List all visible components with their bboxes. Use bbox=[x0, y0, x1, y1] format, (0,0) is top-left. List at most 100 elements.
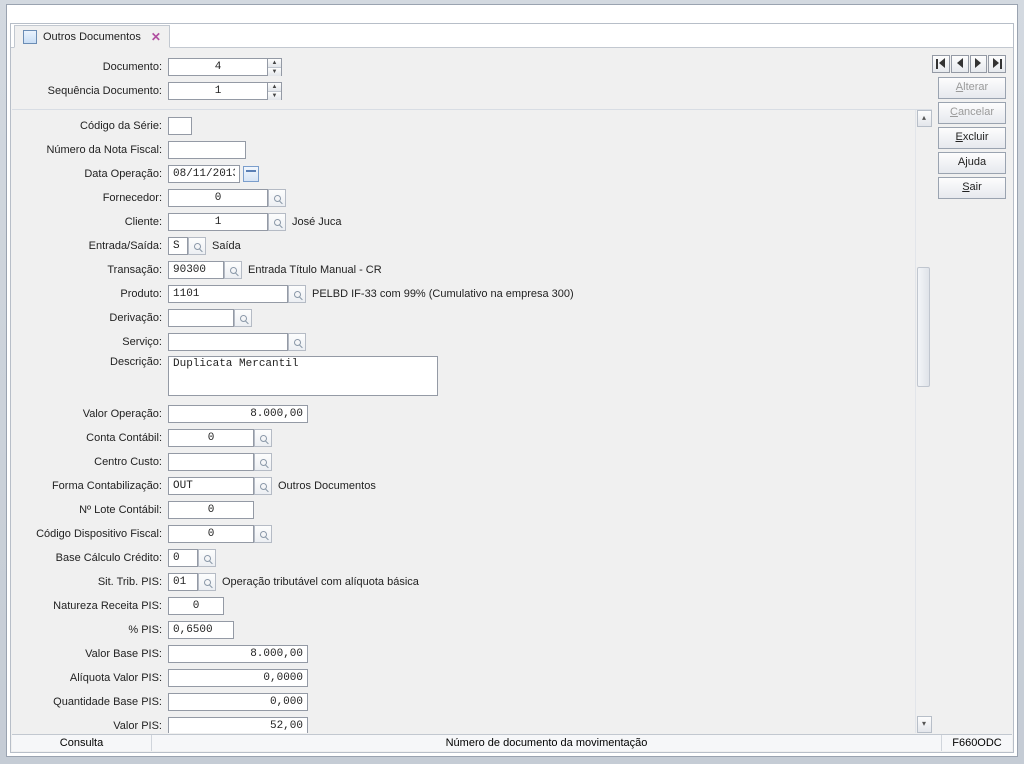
sequencia-input[interactable] bbox=[168, 82, 268, 100]
forma-contab-input[interactable] bbox=[168, 477, 254, 495]
scroll-track[interactable] bbox=[916, 127, 932, 716]
documento-input[interactable] bbox=[168, 58, 268, 76]
label-descricao: Descrição: bbox=[12, 356, 168, 368]
sit-trib-pis-desc: Operação tributável com alíquota básica bbox=[222, 576, 419, 588]
derivacao-input[interactable] bbox=[168, 309, 234, 327]
search-icon bbox=[260, 435, 267, 442]
scroll-up-button[interactable]: ▴ bbox=[917, 110, 932, 127]
transacao-input[interactable] bbox=[168, 261, 224, 279]
servico-input[interactable] bbox=[168, 333, 288, 351]
label-cod-disp-fiscal: Código Dispositivo Fiscal: bbox=[12, 528, 168, 540]
entrada-saida-desc: Saída bbox=[212, 240, 241, 252]
produto-input[interactable] bbox=[168, 285, 288, 303]
forma-contab-desc: Outros Documentos bbox=[278, 480, 376, 492]
sequencia-spinner[interactable]: ▲▼ bbox=[268, 82, 282, 100]
document-icon bbox=[23, 30, 37, 44]
nav-first-button[interactable] bbox=[932, 55, 950, 73]
codigo-serie-input[interactable] bbox=[168, 117, 192, 135]
conta-contabil-input[interactable] bbox=[168, 429, 254, 447]
label-documento: Documento: bbox=[12, 61, 168, 73]
nav-last-button[interactable] bbox=[988, 55, 1006, 73]
fornecedor-lookup[interactable] bbox=[268, 189, 286, 207]
search-icon bbox=[294, 339, 301, 346]
search-icon bbox=[274, 219, 281, 226]
scroll-thumb[interactable] bbox=[917, 267, 930, 387]
cod-disp-fiscal-input[interactable] bbox=[168, 525, 254, 543]
label-data-op: Data Operação: bbox=[12, 168, 168, 180]
label-nat-receita-pis: Natureza Receita PIS: bbox=[12, 600, 168, 612]
nav-prev-button[interactable] bbox=[951, 55, 969, 73]
sit-trib-pis-input[interactable] bbox=[168, 573, 198, 591]
cliente-desc: José Juca bbox=[292, 216, 342, 228]
ajuda-button[interactable]: Ajuda bbox=[938, 152, 1006, 174]
base-calc-credito-input[interactable] bbox=[168, 549, 198, 567]
tab-outros-documentos[interactable]: Outros Documentos ✕ bbox=[14, 25, 170, 48]
centro-custo-input[interactable] bbox=[168, 453, 254, 471]
search-icon bbox=[240, 315, 247, 322]
cancelar-button: Cancelar bbox=[938, 102, 1006, 124]
data-op-input[interactable] bbox=[168, 165, 240, 183]
search-icon bbox=[204, 579, 211, 586]
last-icon bbox=[993, 58, 1002, 71]
servico-lookup[interactable] bbox=[288, 333, 306, 351]
lote-contabil-input[interactable] bbox=[168, 501, 254, 519]
tab-close-icon[interactable]: ✕ bbox=[151, 30, 161, 44]
label-centro-custo: Centro Custo: bbox=[12, 456, 168, 468]
status-message: Número de documento da movimentação bbox=[152, 735, 942, 751]
label-num-nota: Número da Nota Fiscal: bbox=[12, 144, 168, 156]
label-entrada-saida: Entrada/Saída: bbox=[12, 240, 168, 252]
valor-op-input[interactable] bbox=[168, 405, 308, 423]
produto-desc: PELBD IF-33 com 99% (Cumulativo na empre… bbox=[312, 288, 574, 300]
pct-pis-input[interactable] bbox=[168, 621, 234, 639]
valor-pis-input[interactable] bbox=[168, 717, 308, 733]
num-nota-input[interactable] bbox=[168, 141, 246, 159]
vertical-scrollbar[interactable]: ▴ ▾ bbox=[915, 110, 932, 733]
base-calc-credito-lookup[interactable] bbox=[198, 549, 216, 567]
search-icon bbox=[294, 291, 301, 298]
search-icon bbox=[230, 267, 237, 274]
label-transacao: Transação: bbox=[12, 264, 168, 276]
nav-next-button[interactable] bbox=[970, 55, 988, 73]
aliq-valor-pis-input[interactable] bbox=[168, 669, 308, 687]
scroll-down-button[interactable]: ▾ bbox=[917, 716, 932, 733]
label-sit-trib-pis: Sit. Trib. PIS: bbox=[12, 576, 168, 588]
label-valor-op: Valor Operação: bbox=[12, 408, 168, 420]
fornecedor-input[interactable] bbox=[168, 189, 268, 207]
documento-spinner[interactable]: ▲▼ bbox=[268, 58, 282, 76]
search-icon bbox=[260, 459, 267, 466]
label-fornecedor: Fornecedor: bbox=[12, 192, 168, 204]
descricao-input[interactable]: Duplicata Mercantil bbox=[168, 356, 438, 396]
forma-contab-lookup[interactable] bbox=[254, 477, 272, 495]
first-icon bbox=[936, 58, 945, 71]
cliente-lookup[interactable] bbox=[268, 213, 286, 231]
excluir-button[interactable]: Excluir bbox=[938, 127, 1006, 149]
sit-trib-pis-lookup[interactable] bbox=[198, 573, 216, 591]
label-qtd-base-pis: Quantidade Base PIS: bbox=[12, 696, 168, 708]
produto-lookup[interactable] bbox=[288, 285, 306, 303]
centro-custo-lookup[interactable] bbox=[254, 453, 272, 471]
search-icon bbox=[274, 195, 281, 202]
search-icon bbox=[260, 483, 267, 490]
tab-title: Outros Documentos bbox=[43, 31, 141, 43]
next-icon bbox=[975, 58, 981, 71]
prev-icon bbox=[957, 58, 963, 71]
valor-base-pis-input[interactable] bbox=[168, 645, 308, 663]
cod-disp-fiscal-lookup[interactable] bbox=[254, 525, 272, 543]
transacao-lookup[interactable] bbox=[224, 261, 242, 279]
entrada-saida-lookup[interactable] bbox=[188, 237, 206, 255]
nat-receita-pis-input[interactable] bbox=[168, 597, 224, 615]
entrada-saida-input[interactable] bbox=[168, 237, 188, 255]
calendar-icon[interactable] bbox=[243, 166, 259, 182]
label-sequencia: Sequência Documento: bbox=[12, 85, 168, 97]
sair-button[interactable]: Sair bbox=[938, 177, 1006, 199]
conta-contabil-lookup[interactable] bbox=[254, 429, 272, 447]
derivacao-lookup[interactable] bbox=[234, 309, 252, 327]
cliente-input[interactable] bbox=[168, 213, 268, 231]
qtd-base-pis-input[interactable] bbox=[168, 693, 308, 711]
alterar-button: Alterar bbox=[938, 77, 1006, 99]
search-icon bbox=[260, 531, 267, 538]
status-bar: Consulta Número de documento da moviment… bbox=[12, 734, 1012, 751]
label-lote-contabil: Nº Lote Contábil: bbox=[12, 504, 168, 516]
label-aliq-valor-pis: Alíquota Valor PIS: bbox=[12, 672, 168, 684]
label-produto: Produto: bbox=[12, 288, 168, 300]
